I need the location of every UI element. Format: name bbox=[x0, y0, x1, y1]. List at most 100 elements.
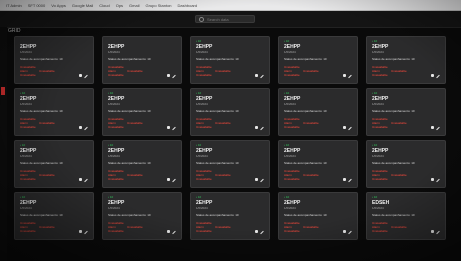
edit-icon[interactable] bbox=[436, 230, 440, 235]
edit-icon[interactable] bbox=[84, 230, 88, 235]
card-status: Unavailable bbox=[303, 69, 319, 73]
bookmark-item[interactable]: Vo Apps bbox=[51, 3, 66, 8]
bookmark-item[interactable]: Ops bbox=[116, 3, 123, 8]
card-tag: • 10 bbox=[284, 39, 290, 43]
edit-icon[interactable] bbox=[348, 74, 352, 79]
bookmark-item[interactable]: Grupo Stanton bbox=[146, 3, 172, 8]
card-tag: • 10 bbox=[20, 195, 26, 199]
trash-icon[interactable] bbox=[167, 126, 170, 129]
device-card[interactable]: • 10 2EHPP 1/0/2024 Status de acompanhament… bbox=[190, 192, 270, 240]
card-status: Unavailable bbox=[284, 73, 300, 77]
trash-icon[interactable] bbox=[343, 74, 346, 77]
device-card[interactable]: • 10 2EHPP 1/0/2024 Status de acompanhament… bbox=[190, 36, 270, 84]
card-status: Unavailable bbox=[372, 125, 388, 129]
card-status: Unavailable bbox=[215, 225, 231, 229]
edit-icon[interactable] bbox=[172, 230, 176, 235]
edit-icon[interactable] bbox=[84, 74, 88, 79]
device-card[interactable]: • 10 EDSEH 1/0/2024 Status de acompanhament… bbox=[366, 192, 446, 240]
trash-icon[interactable] bbox=[255, 74, 258, 77]
left-sidebar bbox=[0, 27, 7, 261]
bookmarks-bar: IT Admin SFT 0000 Vo Apps Google Mail Cl… bbox=[0, 0, 461, 11]
trash-icon[interactable] bbox=[431, 178, 434, 181]
card-tag: • 10 bbox=[196, 91, 202, 95]
card-status: Unavailable bbox=[39, 225, 55, 229]
trash-icon[interactable] bbox=[167, 230, 170, 233]
device-card[interactable]: • 10 2EHPP 1/0/2024 Status de acompanhament… bbox=[14, 88, 94, 136]
card-status: Unavailable bbox=[127, 121, 143, 125]
bookmark-item[interactable]: Dashboard bbox=[178, 3, 198, 8]
device-card[interactable]: • 10 2EHPP 1/0/2024 Status de acompanhament… bbox=[278, 140, 358, 188]
trash-icon[interactable] bbox=[431, 126, 434, 129]
card-meta: Status de acompanhamento: 10 bbox=[284, 213, 327, 217]
device-card[interactable]: • 10 2EHPP 1/0/2024 Status de acompanhament… bbox=[278, 36, 358, 84]
card-status: Unavailable bbox=[215, 173, 231, 177]
card-status: Unavailable bbox=[196, 177, 212, 181]
device-card[interactable]: • 10 2EHPP 1/0/2024 Status de acompanhament… bbox=[366, 140, 446, 188]
trash-icon[interactable] bbox=[79, 74, 82, 77]
device-card[interactable]: • 10 2EHPP 1/0/2024 Status de acompanhament… bbox=[190, 88, 270, 136]
edit-icon[interactable] bbox=[260, 74, 264, 79]
card-subtitle: 1/0/2024 bbox=[108, 206, 120, 210]
device-card[interactable]: • 10 2EHPP 1/0/2024 Status de acompanhament… bbox=[102, 88, 182, 136]
trash-icon[interactable] bbox=[431, 74, 434, 77]
device-card[interactable]: • 10 2EHPP 1/0/2024 Status de acompanhament… bbox=[102, 192, 182, 240]
card-status: Unavailable bbox=[127, 69, 143, 73]
device-card[interactable]: • 10 2EHPP 1/0/2024 Status de acompanhament… bbox=[14, 140, 94, 188]
edit-icon[interactable] bbox=[260, 230, 264, 235]
edit-icon[interactable] bbox=[172, 126, 176, 131]
edit-icon[interactable] bbox=[348, 230, 352, 235]
bookmark-item[interactable]: Google Mail bbox=[72, 3, 93, 8]
trash-icon[interactable] bbox=[255, 126, 258, 129]
card-meta: Status de acompanhamento: 10 bbox=[108, 213, 151, 217]
edit-icon[interactable] bbox=[84, 126, 88, 131]
trash-icon[interactable] bbox=[343, 178, 346, 181]
card-meta: Status de acompanhamento: 10 bbox=[284, 161, 327, 165]
bookmark-item[interactable]: Gmail bbox=[129, 3, 139, 8]
card-meta: Status de acompanhamento: 10 bbox=[196, 109, 239, 113]
card-status: Unavailable bbox=[39, 69, 55, 73]
edit-icon[interactable] bbox=[348, 126, 352, 131]
trash-icon[interactable] bbox=[431, 230, 434, 233]
bookmark-item[interactable]: IT Admin bbox=[6, 3, 22, 8]
trash-icon[interactable] bbox=[343, 230, 346, 233]
card-status: Unavailable bbox=[372, 73, 388, 77]
trash-icon[interactable] bbox=[255, 230, 258, 233]
trash-icon[interactable] bbox=[79, 230, 82, 233]
card-status: Unavailable bbox=[20, 229, 36, 233]
edit-icon[interactable] bbox=[348, 178, 352, 183]
edit-icon[interactable] bbox=[84, 178, 88, 183]
edit-icon[interactable] bbox=[436, 74, 440, 79]
edit-icon[interactable] bbox=[260, 126, 264, 131]
card-meta: Status de acompanhamento: 10 bbox=[372, 213, 415, 217]
device-card[interactable]: • 10 2EHPP 1/0/2024 Status de acompanhament… bbox=[278, 192, 358, 240]
edit-icon[interactable] bbox=[172, 74, 176, 79]
card-status: Unavailable bbox=[391, 69, 407, 73]
card-status: Unavailable bbox=[303, 121, 319, 125]
card-subtitle: 1/0/2024 bbox=[284, 50, 296, 54]
trash-icon[interactable] bbox=[167, 178, 170, 181]
active-indicator bbox=[1, 87, 5, 95]
edit-icon[interactable] bbox=[436, 126, 440, 131]
bookmark-item[interactable]: Cloud bbox=[99, 3, 109, 8]
card-subtitle: 1/0/2024 bbox=[372, 206, 384, 210]
device-card[interactable]: • 10 2EHPP 1/0/2024 Status de acompanhament… bbox=[190, 140, 270, 188]
device-card[interactable]: • 10 2EHPP 1/0/2024 Status de acompanhament… bbox=[366, 88, 446, 136]
trash-icon[interactable] bbox=[79, 126, 82, 129]
device-card[interactable]: 2EHPP 1/0/2024 Status de acompanhamento: 1… bbox=[102, 36, 182, 84]
edit-icon[interactable] bbox=[260, 178, 264, 183]
trash-icon[interactable] bbox=[167, 74, 170, 77]
device-card[interactable]: • 10 2EHPP 1/0/2024 Status de acompanhament… bbox=[366, 36, 446, 84]
device-card[interactable]: • 10 2EHPP 1/0/2024 Status de acompanhament… bbox=[278, 88, 358, 136]
edit-icon[interactable] bbox=[172, 178, 176, 183]
bookmark-item[interactable]: SFT 0000 bbox=[28, 3, 46, 8]
trash-icon[interactable] bbox=[79, 178, 82, 181]
search-input[interactable]: Search data bbox=[195, 15, 255, 23]
device-card[interactable]: • 10 2EHPP 1/0/2024 Status de acompanhament… bbox=[14, 192, 94, 240]
card-meta: Status de acompanhamento: 10 bbox=[196, 57, 239, 61]
card-status: Unavailable bbox=[215, 121, 231, 125]
device-card[interactable]: • 10 2EHPP 1/0/2024 Status de acompanhament… bbox=[102, 140, 182, 188]
edit-icon[interactable] bbox=[436, 178, 440, 183]
trash-icon[interactable] bbox=[343, 126, 346, 129]
trash-icon[interactable] bbox=[255, 178, 258, 181]
device-card[interactable]: 2EHPP 1/0/2024 Status de acompanhamento: 1… bbox=[14, 36, 94, 84]
